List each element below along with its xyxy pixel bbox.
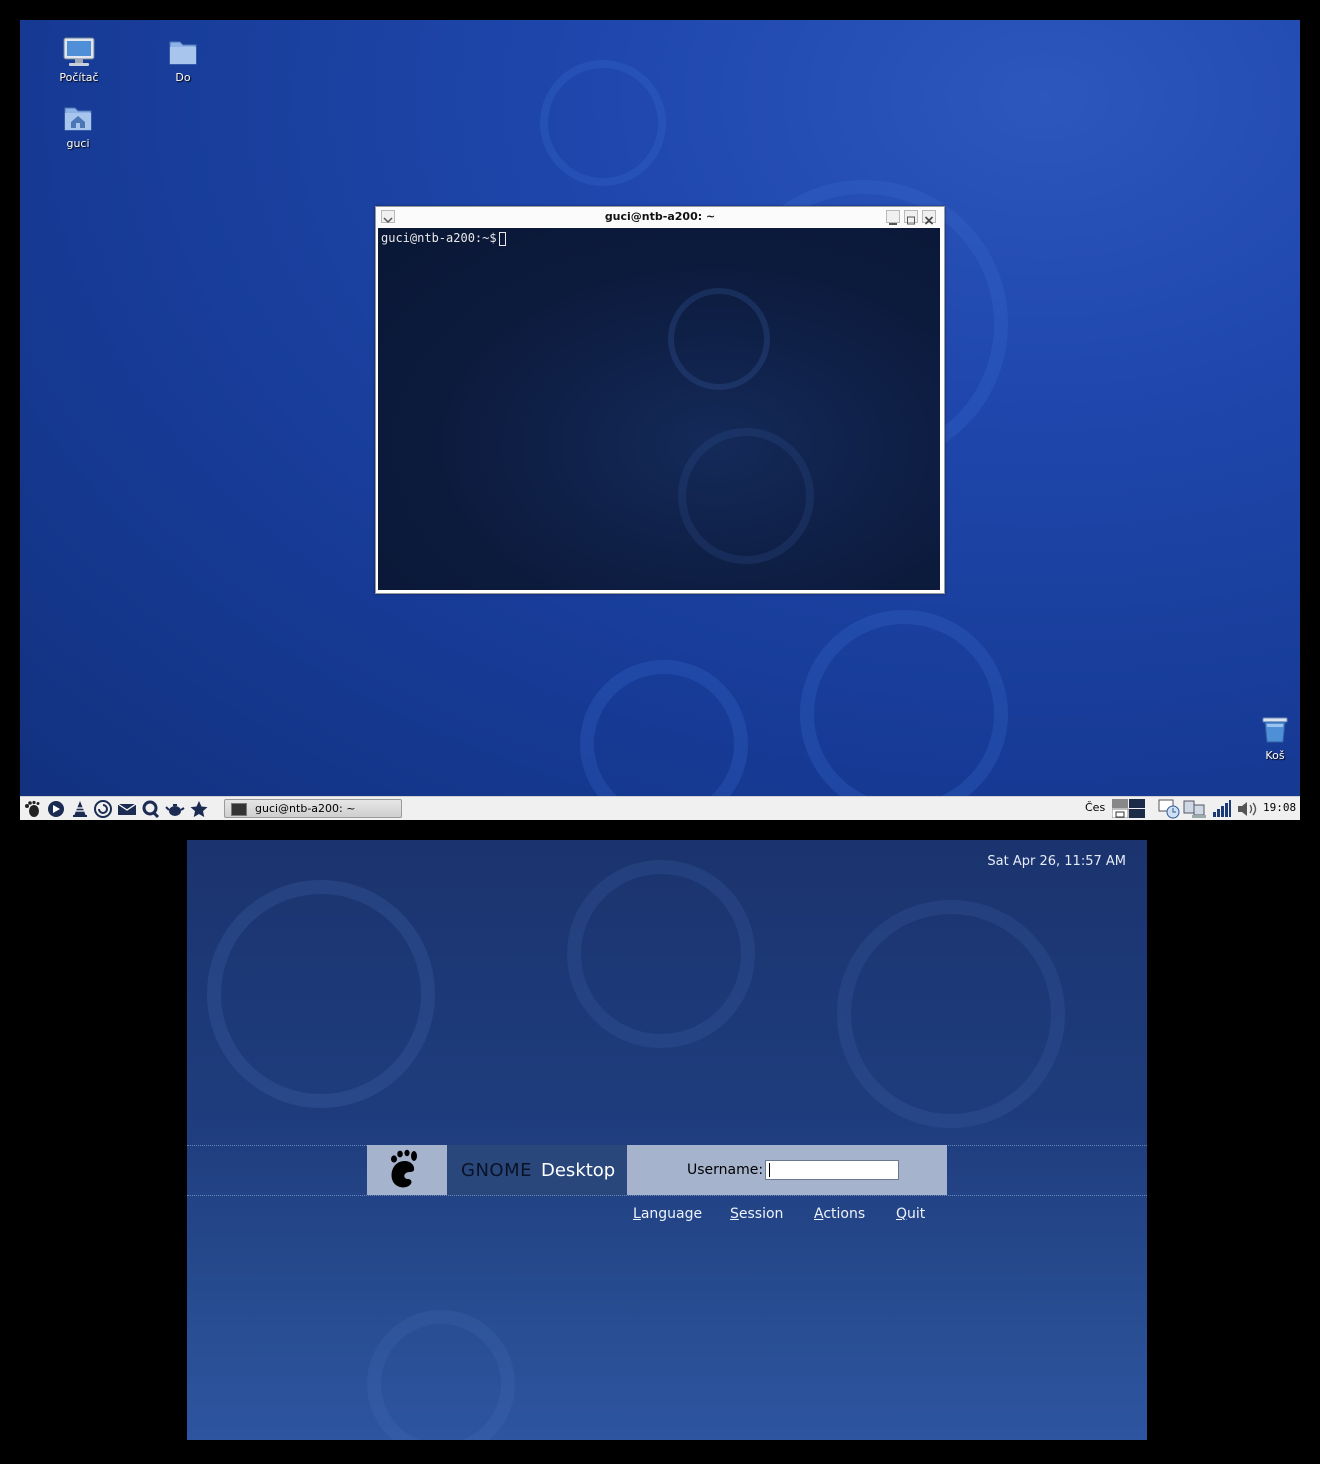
wallpaper-swirl [580,660,748,796]
wallpaper-swirl [837,900,1065,1128]
brand-gnome: GNOME [461,1160,532,1181]
launcher-browser[interactable] [93,800,113,818]
computer-icon [63,37,95,66]
desktop-icon-home[interactable]: guci [38,102,118,150]
launcher-favorites[interactable] [189,800,209,818]
desktop: Počítač Do guci Koš guci@ntb-a200: ~ guc… [20,20,1300,796]
desktop-icon-label: Koš [1265,749,1285,762]
terminal-prompt: guci@ntb-a200:~$ [381,231,497,245]
wallpaper-swirl [207,880,435,1108]
desktop-icon-computer[interactable]: Počítač [39,36,119,84]
wallpaper-swirl [668,288,770,390]
taskbar: guci@ntb-a200: ~ Čes 19:08 [20,796,1300,820]
teapot-icon [165,804,185,816]
minimize-icon [889,223,897,225]
launcher-media-player[interactable] [46,800,66,818]
volume-icon [1238,802,1257,816]
launcher-mail[interactable] [117,800,137,818]
accelerator-key: L [633,1206,641,1222]
network-computers-icon [1183,800,1206,818]
home-folder-icon [64,107,92,131]
gnome-logo [367,1145,447,1195]
taskbar-clock[interactable]: 19:08 [1263,801,1296,814]
gnome-foot-icon [391,1149,417,1188]
brand-desktop: Desktop [541,1160,616,1181]
signal-bars-icon [1213,800,1231,817]
login-brand: GNOME Desktop [447,1145,627,1195]
menu-label: ctions [823,1206,866,1222]
monitor-clock-icon [1158,799,1180,819]
launcher-teapot[interactable] [165,800,185,818]
trash-icon [1262,717,1288,743]
browser-icon [94,800,112,818]
terminal-cursor [499,232,506,246]
workspace-switcher[interactable] [1111,799,1146,819]
media-player-icon [48,801,64,817]
actions-menu[interactable]: Actions [814,1206,865,1222]
terminal-window[interactable]: guci@ntb-a200: ~ guci@ntb-a200:~$ [375,206,945,594]
login-screen: Sat Apr 26, 11:57 AM GNOME Desktop Usern… [187,840,1147,1440]
wallpaper-swirl [678,428,814,564]
wallpaper-swirl [800,610,1008,796]
wallpaper-swirl [367,1310,515,1440]
keyboard-layout-indicator[interactable]: Čes [1085,801,1105,814]
maximize-icon [907,216,915,225]
terminal-area[interactable]: guci@ntb-a200:~$ [378,228,940,590]
accelerator-key: Q [896,1206,908,1222]
window-title: guci@ntb-a200: ~ [604,210,716,223]
launcher-vlc[interactable] [70,800,90,818]
maximize-button[interactable] [904,210,918,225]
desktop-icon-folder[interactable]: Do [143,36,223,84]
login-datetime: Sat Apr 26, 11:57 AM [987,854,1126,869]
launcher-gnome-menu[interactable] [23,800,43,818]
accelerator-key: A [814,1206,824,1222]
language-menu[interactable]: Language [633,1206,702,1222]
menu-label: ession [738,1206,784,1222]
divider [187,1195,1147,1196]
gnome-foot-icon [25,800,40,817]
workspace-pager-icon [1111,799,1145,819]
desktop-icon-trash[interactable]: Koš [1235,714,1300,762]
minimize-button[interactable] [886,210,900,225]
terminal-icon [231,803,247,816]
close-icon [924,216,934,225]
star-icon [190,801,208,818]
search-icon [142,800,160,819]
quit-menu[interactable]: Quit [896,1206,925,1222]
desktop-icon-label: Počítač [59,71,99,84]
vlc-cone-icon [73,801,87,817]
tray-network-applet[interactable] [1182,799,1208,819]
username-input[interactable] [765,1160,899,1180]
username-label: Username: [687,1162,764,1178]
folder-icon [169,41,197,65]
tray-clock-applet[interactable] [1158,799,1182,819]
close-button[interactable] [922,210,936,225]
tray-volume[interactable] [1236,800,1258,818]
text-caret [769,1163,770,1177]
taskbar-task-terminal[interactable]: guci@ntb-a200: ~ [224,799,402,818]
accelerator-key: S [730,1206,739,1222]
desktop-icon-label: guci [66,137,90,150]
desktop-icon-label: Do [175,71,191,84]
task-label: guci@ntb-a200: ~ [255,802,356,815]
menu-label: uit [907,1206,926,1222]
menu-label: anguage [640,1206,703,1222]
tray-signal-strength[interactable] [1212,800,1232,818]
wallpaper-swirl [567,860,755,1048]
launcher-search[interactable] [141,800,161,819]
mail-icon [117,803,137,815]
username-panel: Username: [627,1145,947,1195]
wallpaper-swirl [540,60,666,186]
window-titlebar[interactable]: guci@ntb-a200: ~ [376,207,944,227]
session-menu[interactable]: Session [730,1206,783,1222]
